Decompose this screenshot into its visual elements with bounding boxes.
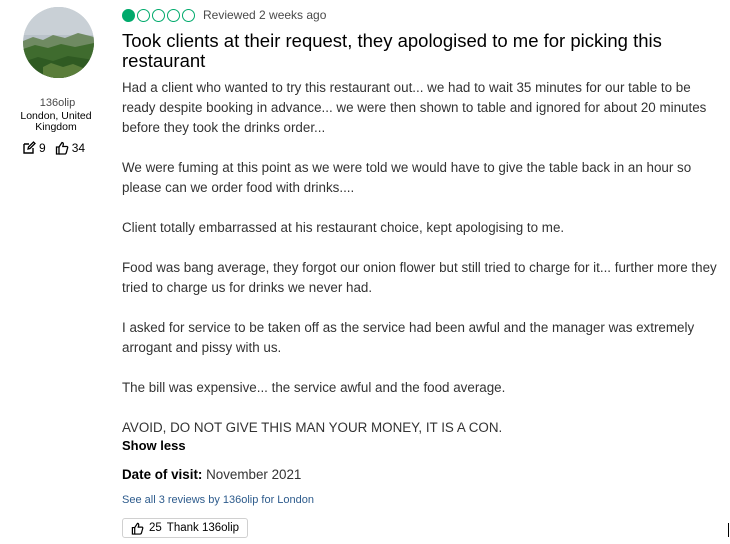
review-paragraph: Client totally embarrassed at his restau… bbox=[122, 220, 565, 235]
thumbs-up-icon bbox=[131, 522, 144, 535]
see-all-reviews-link[interactable]: See all 3 reviews by 136olip for London bbox=[122, 494, 314, 506]
review-rating: Reviewed 2 weeks ago bbox=[122, 8, 326, 22]
show-less-button[interactable]: Show less bbox=[122, 438, 186, 453]
review-paragraph: Food was bang average, they forgot our o… bbox=[122, 260, 717, 295]
review-paragraph: Had a client who wanted to try this rest… bbox=[122, 80, 707, 135]
user-location: London, United Kingdom bbox=[20, 110, 92, 133]
user-avatar[interactable] bbox=[23, 7, 94, 78]
review-date: Reviewed 2 weeks ago bbox=[203, 8, 327, 22]
user-stats: 9 34 bbox=[22, 141, 85, 155]
review-title[interactable]: Took clients at their request, they apol… bbox=[122, 31, 722, 71]
rating-bubble-empty-icon bbox=[152, 8, 165, 22]
review-body: Had a client who wanted to try this rest… bbox=[122, 78, 722, 458]
rating-bubble-empty-icon bbox=[167, 8, 180, 22]
thank-count: 25 bbox=[149, 522, 162, 534]
rating-bubble-empty-icon bbox=[182, 8, 195, 22]
thank-label: Thank 136olip bbox=[166, 522, 240, 534]
review-paragraph: The bill was expensive... the service aw… bbox=[122, 380, 506, 395]
thank-button[interactable]: 25 Thank 136olip bbox=[122, 518, 249, 538]
date-of-visit: Date of visit: November 2021 bbox=[122, 467, 301, 482]
rating-bubble-filled-icon bbox=[122, 8, 135, 22]
date-of-visit-label: Date of visit: bbox=[122, 467, 203, 482]
scrollbar-marker bbox=[728, 523, 729, 537]
review-paragraph: We were fuming at this point as we were … bbox=[122, 160, 692, 195]
user-name[interactable]: 136olip bbox=[0, 97, 115, 109]
rating-bubble-empty-icon bbox=[137, 8, 150, 22]
thumbs-up-icon bbox=[55, 141, 69, 155]
helpful-votes-count: 34 bbox=[71, 141, 86, 155]
date-of-visit-value: November 2021 bbox=[206, 467, 302, 482]
review-paragraph: AVOID, DO NOT GIVE THIS MAN YOUR MONEY, … bbox=[122, 420, 503, 435]
edit-icon bbox=[22, 141, 36, 155]
contributions-count: 9 bbox=[39, 141, 46, 155]
review-paragraph: I asked for service to be taken off as t… bbox=[122, 320, 695, 355]
